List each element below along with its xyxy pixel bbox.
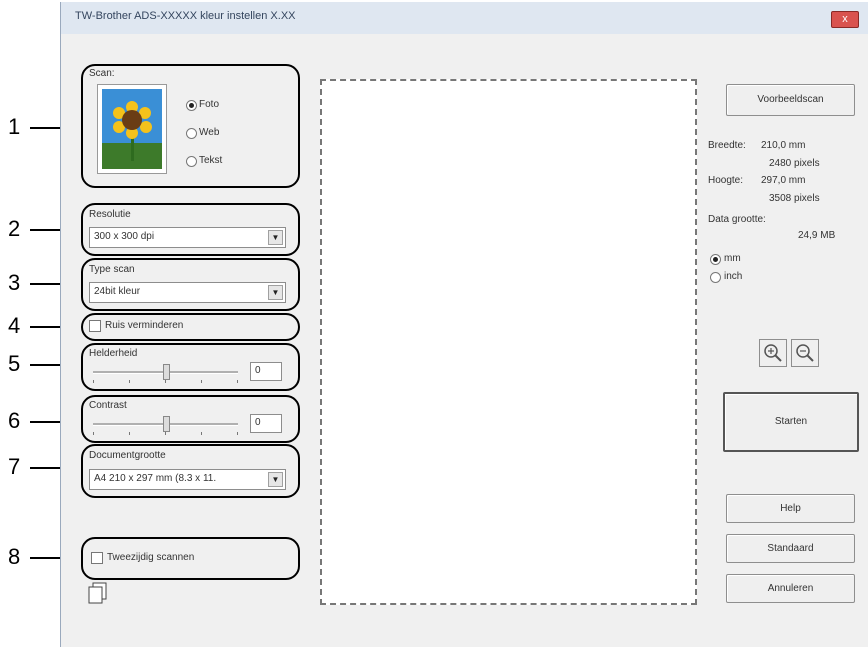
title-bar: TW-Brother ADS-XXXXX kleur instellen X.X… [61, 2, 868, 34]
scan-foto-radio[interactable] [186, 100, 197, 111]
window-title: TW-Brother ADS-XXXXX kleur instellen X.X… [75, 10, 296, 22]
width-mm-value: 210,0 mm [761, 140, 806, 151]
noise-reduction-label[interactable]: Ruis verminderen [105, 320, 183, 331]
scan-dialog: TW-Brother ADS-XXXXX kleur instellen X.X… [60, 2, 868, 647]
height-label: Hoogte: [708, 175, 744, 186]
data-size-label: Data grootte: [708, 214, 766, 225]
duplex-checkbox[interactable] [91, 552, 103, 564]
resolution-dropdown[interactable]: 300 x 300 dpi ▼ [89, 227, 286, 248]
dialog-client-area: Scan: Foto Web Tekst Resolutie 300 x 300… [61, 34, 868, 647]
callout-number: 5 [8, 351, 21, 376]
width-label: Breedte: [708, 140, 746, 151]
start-button[interactable]: Starten [723, 392, 859, 452]
brightness-input[interactable]: 0 [250, 362, 282, 381]
slider-tick [93, 380, 94, 383]
callout-number: 2 [8, 216, 21, 241]
chevron-down-icon: ▼ [268, 285, 283, 300]
callout-number: 1 [8, 114, 21, 139]
scan-type-combo-group: Type scan 24bit kleur ▼ [81, 258, 300, 311]
unit-inch-label[interactable]: inch [724, 271, 742, 282]
callout-number: 3 [8, 270, 21, 295]
chevron-down-icon: ▼ [268, 230, 283, 245]
width-pixels-value: 2480 pixels [769, 158, 820, 169]
brightness-group: Helderheid 0 [81, 343, 300, 391]
scan-foto-label[interactable]: Foto [199, 99, 219, 110]
slider-tick [129, 432, 130, 435]
unit-mm-radio[interactable] [710, 254, 721, 265]
contrast-value: 0 [255, 417, 261, 428]
document-size-group: Documentgrootte A4 210 x 297 mm (8.3 x 1… [81, 444, 300, 498]
brightness-label: Helderheid [89, 348, 138, 359]
scan-group-label: Scan: [89, 68, 115, 79]
slider-tick [165, 380, 166, 383]
chevron-down-icon: ▼ [268, 472, 283, 487]
slider-tick [93, 432, 94, 435]
zoom-in-button[interactable] [759, 339, 787, 367]
slider-tick [165, 432, 166, 435]
resolution-value: 300 x 300 dpi [94, 231, 155, 242]
unit-mm-label[interactable]: mm [724, 253, 741, 264]
document-size-dropdown[interactable]: A4 210 x 297 mm (8.3 x 11. ▼ [89, 469, 286, 490]
scan-type-value: 24bit kleur [94, 286, 141, 297]
unit-inch-radio[interactable] [710, 272, 721, 283]
document-size-value: A4 210 x 297 mm (8.3 x 11. [94, 473, 217, 484]
contrast-slider-thumb[interactable] [163, 416, 170, 432]
contrast-group: Contrast 0 [81, 395, 300, 443]
duplex-group: Tweezijdig scannen [81, 537, 300, 580]
slider-tick [201, 432, 202, 435]
document-size-label: Documentgrootte [89, 450, 166, 461]
scan-type-dropdown[interactable]: 24bit kleur ▼ [89, 282, 286, 303]
callout-number: 6 [8, 408, 21, 433]
scan-web-label[interactable]: Web [199, 127, 219, 138]
slider-tick [237, 380, 238, 383]
preview-scan-button[interactable]: Voorbeeldscan [726, 84, 855, 116]
callout-number: 4 [8, 313, 21, 338]
zoom-out-button[interactable] [791, 339, 819, 367]
brightness-slider-thumb[interactable] [163, 364, 170, 380]
scan-web-radio[interactable] [186, 128, 197, 139]
slider-tick [237, 432, 238, 435]
duplex-label[interactable]: Tweezijdig scannen [107, 552, 194, 563]
scan-tekst-radio[interactable] [186, 156, 197, 167]
zoom-out-icon [796, 344, 814, 362]
cancel-button[interactable]: Annuleren [726, 574, 855, 603]
data-size-value: 24,9 MB [798, 230, 836, 241]
close-button[interactable]: x [831, 11, 859, 28]
contrast-label: Contrast [89, 400, 127, 411]
height-mm-value: 297,0 mm [761, 175, 806, 186]
sunflower-photo-icon [97, 84, 167, 174]
height-pixels-value: 3508 pixels [769, 193, 820, 204]
slider-tick [129, 380, 130, 383]
callout-number: 7 [8, 454, 21, 479]
preview-area [320, 79, 697, 605]
scan-type-label: Type scan [89, 264, 135, 275]
zoom-in-icon [764, 344, 782, 362]
scan-type-group: Scan: Foto Web Tekst [81, 64, 300, 188]
help-button[interactable]: Help [726, 494, 855, 523]
brightness-value: 0 [255, 365, 261, 376]
scan-tekst-label[interactable]: Tekst [199, 155, 222, 166]
noise-reduction-checkbox[interactable] [89, 320, 101, 332]
noise-reduction-group: Ruis verminderen [81, 313, 300, 341]
pages-icon [88, 582, 108, 604]
default-button[interactable]: Standaard [726, 534, 855, 563]
resolution-label: Resolutie [89, 209, 131, 220]
contrast-input[interactable]: 0 [250, 414, 282, 433]
resolution-group: Resolutie 300 x 300 dpi ▼ [81, 203, 300, 256]
callout-number: 8 [8, 544, 21, 569]
slider-tick [201, 380, 202, 383]
